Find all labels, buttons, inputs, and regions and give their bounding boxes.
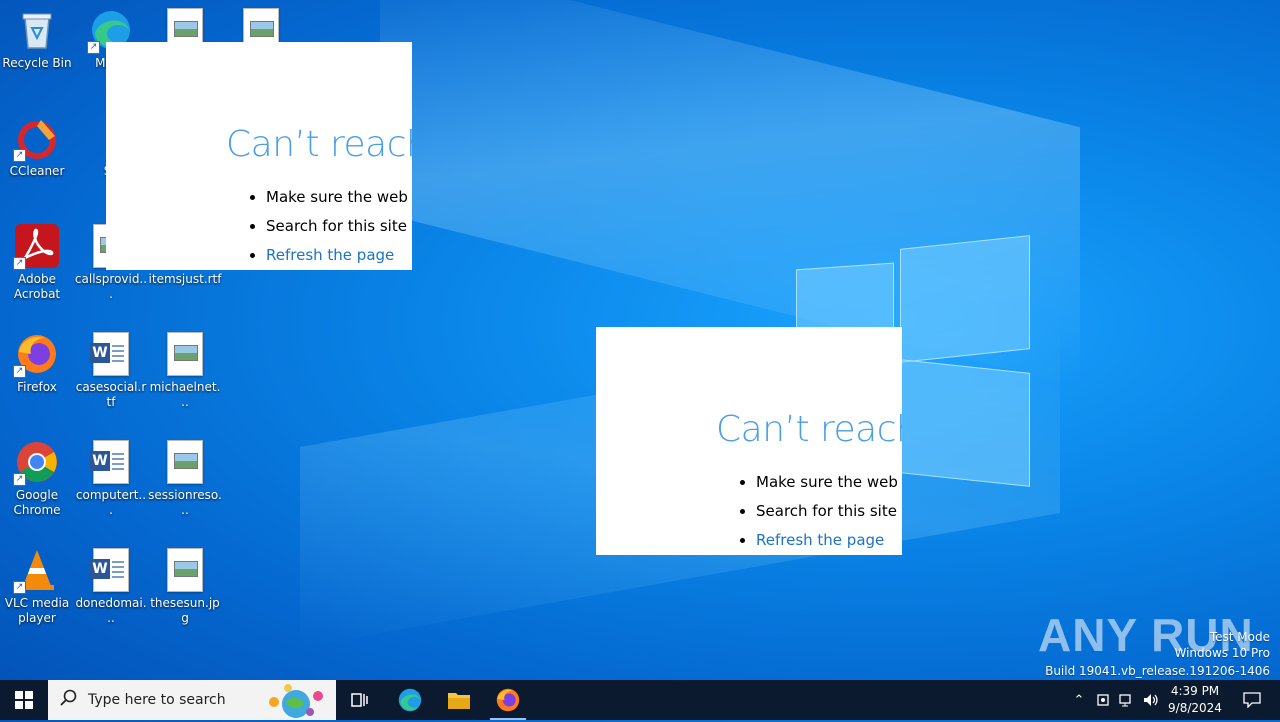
vlc-cone-icon: ↗ bbox=[13, 548, 59, 594]
show-hidden-icons-button[interactable]: ⌃ bbox=[1068, 680, 1090, 720]
volume-button[interactable] bbox=[1140, 680, 1162, 720]
firefox-icon: ↗ bbox=[13, 332, 59, 378]
desktop-icon-label: computert... bbox=[75, 488, 147, 517]
desktop-icon-firefox[interactable]: ↗ Firefox bbox=[0, 332, 74, 395]
desktop-icon-label: VLC media player bbox=[4, 596, 70, 625]
desktop-icon-label: CCleaner bbox=[9, 164, 65, 178]
suggestion-item: Make sure the web ad bbox=[266, 183, 412, 212]
desktop-icon-label: itemsjust.rtf bbox=[148, 272, 222, 286]
ccleaner-icon: ↗ bbox=[13, 116, 59, 162]
suggestion-item: Refresh the page bbox=[756, 526, 902, 555]
windows-start-icon bbox=[15, 691, 33, 709]
word-document-icon: W bbox=[90, 332, 129, 376]
desktop-icon-label: casesocial.rtf bbox=[75, 380, 147, 409]
desktop-icon-label: michaelnet... bbox=[149, 380, 221, 409]
windows-edition-label: Windows 10 Pro bbox=[1174, 646, 1270, 660]
suggestion-item: Refresh the page bbox=[266, 241, 412, 270]
browser-error-window[interactable]: Can’t reach t Make sure the web ad Searc… bbox=[596, 327, 902, 555]
desktop-icon-label: sessionreso... bbox=[148, 488, 222, 517]
desktop-icon-label: Adobe Acrobat bbox=[13, 272, 61, 301]
clock-date: 9/8/2024 bbox=[1168, 701, 1222, 715]
test-mode-label: Test Mode bbox=[1209, 630, 1270, 644]
edge-icon bbox=[398, 688, 422, 712]
tray-app-button[interactable] bbox=[1092, 680, 1114, 720]
error-title: Can’t reach t bbox=[226, 124, 412, 165]
folder-icon bbox=[448, 693, 470, 709]
desktop-icon-google-chrome[interactable]: ↗ Google Chrome bbox=[0, 440, 74, 518]
start-button[interactable] bbox=[0, 680, 48, 720]
desktop-icon-ccleaner[interactable]: ↗ CCleaner bbox=[0, 116, 74, 179]
refresh-page-link[interactable]: Refresh the page bbox=[756, 531, 884, 549]
taskbar-file-explorer-button[interactable] bbox=[435, 680, 483, 720]
search-highlight-icon bbox=[260, 682, 332, 722]
desktop-icon-image-file[interactable]: thesesun.jpg bbox=[148, 548, 222, 626]
suggestion-item: Make sure the web ad bbox=[756, 468, 902, 497]
browser-error-window[interactable]: Can’t reach t Make sure the web ad Searc… bbox=[106, 42, 412, 270]
error-suggestions: Make sure the web ad Search for this sit… bbox=[246, 183, 412, 270]
network-button[interactable] bbox=[1116, 680, 1138, 720]
taskbar: Type here to search ⌃ 4:39 PM 9/8/2024 bbox=[0, 680, 1280, 720]
task-view-icon bbox=[351, 693, 368, 707]
desktop-icon-vlc[interactable]: ↗ VLC media player bbox=[0, 548, 74, 626]
acrobat-icon: ↗ bbox=[13, 224, 59, 270]
action-center-button[interactable] bbox=[1232, 680, 1272, 720]
desktop-icon-image-file[interactable]: sessionreso... bbox=[148, 440, 222, 518]
image-file-icon bbox=[167, 548, 203, 592]
desktop-icon-word-doc[interactable]: W computert... bbox=[74, 440, 148, 518]
search-icon bbox=[60, 689, 80, 711]
error-title: Can’t reach t bbox=[716, 409, 902, 450]
desktop-icon-label: donedomai... bbox=[75, 596, 147, 625]
notification-icon bbox=[1243, 692, 1261, 708]
desktop-icon-label: Firefox bbox=[17, 380, 57, 394]
speaker-icon bbox=[1144, 694, 1158, 706]
suggestion-item: Search for this site on bbox=[266, 212, 412, 241]
recycle-bin-icon bbox=[15, 8, 59, 52]
desktop-icon-label: Google Chrome bbox=[13, 488, 61, 517]
taskbar-edge-button[interactable] bbox=[386, 680, 434, 720]
taskbar-clock[interactable]: 4:39 PM 9/8/2024 bbox=[1166, 683, 1224, 717]
chevron-up-icon: ⌃ bbox=[1073, 692, 1085, 708]
task-view-button[interactable] bbox=[336, 680, 384, 720]
desktop-icon-recycle-bin[interactable]: Recycle Bin bbox=[0, 8, 74, 71]
taskbar-search-box[interactable]: Type here to search bbox=[48, 680, 336, 720]
search-placeholder: Type here to search bbox=[88, 692, 226, 708]
refresh-page-link[interactable]: Refresh the page bbox=[266, 246, 394, 264]
suggestion-item: Search for this site on bbox=[756, 497, 902, 526]
firefox-icon bbox=[496, 688, 520, 712]
chrome-icon: ↗ bbox=[13, 440, 59, 486]
image-file-icon bbox=[167, 440, 203, 484]
error-suggestions: Make sure the web ad Search for this sit… bbox=[736, 468, 902, 555]
image-file-icon bbox=[167, 332, 203, 376]
desktop-icon-word-doc[interactable]: W casesocial.rtf bbox=[74, 332, 148, 410]
desktop-icon-label: callsprovid... bbox=[74, 272, 148, 301]
desktop-icon-label: thesesun.jpg bbox=[150, 596, 220, 625]
desktop-icon-adobe-acrobat[interactable]: ↗ Adobe Acrobat bbox=[0, 224, 74, 302]
desktop-icon-image-file[interactable]: michaelnet... bbox=[148, 332, 222, 410]
word-document-icon: W bbox=[90, 440, 129, 484]
clock-time: 4:39 PM bbox=[1170, 684, 1220, 698]
desktop-icon-word-doc[interactable]: W donedomai... bbox=[74, 548, 148, 626]
tray-app-icon bbox=[1097, 694, 1109, 706]
desktop-icon-label: Recycle Bin bbox=[2, 56, 72, 70]
network-icon bbox=[1119, 694, 1131, 707]
word-document-icon: W bbox=[90, 548, 129, 592]
taskbar-firefox-button[interactable] bbox=[484, 680, 532, 720]
build-label: Build 19041.vb_release.191206-1406 bbox=[1045, 664, 1270, 678]
